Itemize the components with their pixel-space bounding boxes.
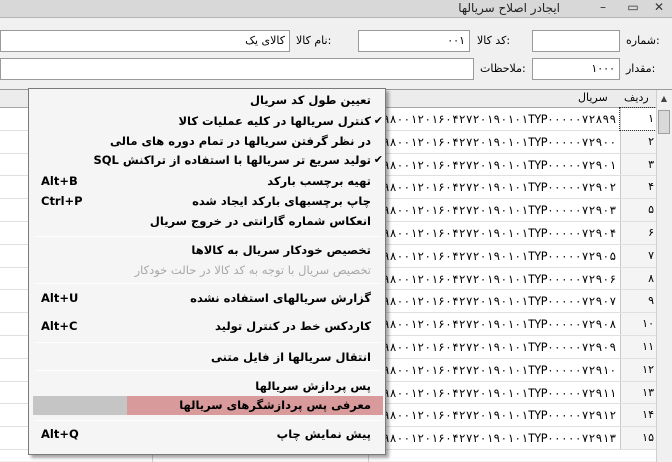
menu-item-reflect-warranty-number[interactable]: انعکاس شماره گارانتی در خروج سریال xyxy=(29,212,385,232)
menu-item-label: معرفی پس پردازشگرهای سریالها xyxy=(179,398,371,412)
row-index-cell[interactable]: ۱۵ xyxy=(620,427,656,449)
menu-item-label: تولید سریع تر سریالها با استفاده از تراک… xyxy=(93,153,371,167)
window-title: ایجادر اصلاح سریالها xyxy=(458,1,560,15)
number-field[interactable] xyxy=(532,30,620,52)
scrollbar-thumb[interactable] xyxy=(658,110,670,134)
menu-separator xyxy=(35,420,381,421)
menu-item-shortcut: Alt+U xyxy=(41,291,79,305)
serial-cell[interactable]: VU۹۸۰۰۱۲۰۱۶۰۴۲۷۲۰۱۹۰۱۰۱TYP۰۰۰۰۰۷۲۹۰۴ xyxy=(370,222,618,244)
product-code-label: :کد کالا xyxy=(477,34,511,47)
notes-label: :ملاحظات xyxy=(480,62,526,75)
title-bar xyxy=(0,0,672,18)
menu-item-label: تعیین طول کد سریال xyxy=(250,93,371,107)
row-index-cell[interactable]: ۱۳ xyxy=(620,381,656,404)
serial-cell[interactable]: VU۹۸۰۰۱۲۰۱۶۰۴۲۷۲۰۱۹۰۱۰۱TYP۰۰۰۰۰۷۲۹۰۵ xyxy=(370,245,618,267)
serial-cell[interactable]: VU۹۸۰۰۱۲۰۱۶۰۴۲۷۲۰۱۹۰۱۰۱TYP۰۰۰۰۰۷۲۸۹۹ xyxy=(370,108,618,130)
serial-cell[interactable]: VU۹۸۰۰۱۲۰۱۶۰۴۲۷۲۰۱۹۰۱۰۱TYP۰۰۰۰۰۷۲۹۰۱ xyxy=(370,154,618,176)
maximize-button[interactable]: ▭ xyxy=(620,0,646,16)
vertical-scrollbar[interactable] xyxy=(656,90,672,462)
header-index[interactable]: ردیف xyxy=(624,91,649,104)
menu-item-label: انعکاس شماره گارانتی در خروج سریال xyxy=(149,214,371,228)
menu-separator xyxy=(35,283,381,284)
menu-item-print-barcode-labels[interactable]: چاپ برچسبهای بارکد ایجاد شده Ctrl+P xyxy=(29,192,385,212)
header-serial[interactable]: سریال xyxy=(578,91,608,104)
row-index-cell[interactable]: ۶ xyxy=(620,222,656,244)
menu-item-consider-serials-all-periods[interactable]: در نظر گرفتن سریالها در تمام دوره های ما… xyxy=(29,132,385,152)
menu-item-production-line-kardex[interactable]: کاردکس خط در کنترل تولید Alt+C xyxy=(29,317,385,337)
menu-separator xyxy=(35,370,381,371)
minimize-button[interactable]: – xyxy=(590,0,616,16)
menu-item-fast-generate-sql[interactable]: تولید سریع تر سریالها با استفاده از تراک… xyxy=(29,151,385,171)
quantity-field[interactable]: ۱۰۰۰ xyxy=(532,58,620,80)
menu-item-label: در نظر گرفتن سریالها در تمام دوره های ما… xyxy=(110,134,371,148)
menu-item-control-serials-in-operations[interactable]: کنترل سریالها در کلیه عملیات کالا ✔ xyxy=(29,112,385,132)
product-code-field[interactable]: ۰۰۱ xyxy=(358,30,470,52)
menu-item-assign-serial-by-code[interactable]: تخصیص سریال با توجه به کد کالا در حالت خ… xyxy=(29,261,385,281)
checkmark-icon: ✔ xyxy=(373,114,383,127)
serial-cell[interactable]: VU۹۸۰۰۱۲۰۱۶۰۴۲۷۲۰۱۹۰۱۰۱TYP۰۰۰۰۰۷۲۹۰۰ xyxy=(370,131,618,153)
scroll-up-arrow-icon[interactable]: ▲ xyxy=(656,90,672,107)
serial-cell[interactable]: VU۹۸۰۰۱۲۰۱۶۰۴۲۷۲۰۱۹۰۱۰۱TYP۰۰۰۰۰۷۲۹۰۹ xyxy=(370,336,618,358)
row-index-cell[interactable]: ۳ xyxy=(620,153,656,176)
menu-item-serial-post-processing[interactable]: پس پردازش سریالها xyxy=(29,377,385,397)
menu-item-shortcut: Alt+C xyxy=(41,319,78,333)
row-index-cell[interactable]: ۴ xyxy=(620,176,656,199)
menu-item-label: انتقال سریالها از فایل متنی xyxy=(210,350,371,364)
row-index-cell[interactable]: ۸ xyxy=(620,267,656,290)
serial-cell[interactable]: VU۹۸۰۰۱۲۰۱۶۰۴۲۷۲۰۱۹۰۱۰۱TYP۰۰۰۰۰۷۲۹۱۱ xyxy=(370,382,618,404)
menu-item-shortcut: Alt+B xyxy=(41,174,78,188)
serial-cell[interactable]: VU۹۸۰۰۱۲۰۱۶۰۴۲۷۲۰۱۹۰۱۰۱TYP۰۰۰۰۰۷۲۹۱۲ xyxy=(370,404,618,426)
menu-item-label: پیش نمایش چاپ xyxy=(276,427,371,441)
menu-item-prepare-barcode-label[interactable]: تهیه برچسب بارکد Alt+B xyxy=(29,172,385,192)
serial-cell[interactable]: VU۹۸۰۰۱۲۰۱۶۰۴۲۷۲۰۱۹۰۱۰۱TYP۰۰۰۰۰۷۲۹۰۳ xyxy=(370,199,618,221)
menu-item-label: تهیه برچسب بارکد xyxy=(267,174,371,188)
row-index-cell[interactable]: ۱۴ xyxy=(620,404,656,427)
menu-item-shortcut: Ctrl+P xyxy=(41,194,83,208)
menu-item-label: گزارش سریالهای استفاده نشده xyxy=(190,291,371,305)
menu-item-label: چاپ برچسبهای بارکد ایجاد شده xyxy=(192,194,371,208)
row-index-cell[interactable]: ۲ xyxy=(620,130,656,153)
menu-item-introduce-post-processors[interactable]: معرفی پس پردازشگرهای سریالها xyxy=(29,396,385,416)
quantity-label: :مقدار xyxy=(626,62,656,75)
menu-item-label: کاردکس خط در کنترل تولید xyxy=(214,319,371,333)
checkmark-icon: ✔ xyxy=(373,153,383,166)
menu-item-label: تخصیص سریال با توجه به کد کالا در حالت خ… xyxy=(134,263,371,277)
context-menu: تعیین طول کد سریال کنترل سریالها در کلیه … xyxy=(28,88,386,455)
serial-cell[interactable]: VU۹۸۰۰۱۲۰۱۶۰۴۲۷۲۰۱۹۰۱۰۱TYP۰۰۰۰۰۷۲۹۱۰ xyxy=(370,359,618,381)
menu-item-label: تخصیص خودکار سریال به کالاها xyxy=(191,243,371,257)
menu-item-import-serials-from-text[interactable]: انتقال سریالها از فایل متنی xyxy=(29,348,385,368)
serial-cell[interactable]: VU۹۸۰۰۱۲۰۱۶۰۴۲۷۲۰۱۹۰۱۰۱TYP۰۰۰۰۰۷۲۹۰۷ xyxy=(370,290,618,312)
notes-field[interactable] xyxy=(0,58,474,80)
row-index-cell[interactable]: ۱۲ xyxy=(620,358,656,381)
serial-cell[interactable]: VU۹۸۰۰۱۲۰۱۶۰۴۲۷۲۰۱۹۰۱۰۱TYP۰۰۰۰۰۷۲۹۰۶ xyxy=(370,268,618,290)
menu-item-print-preview[interactable]: پیش نمایش چاپ Alt+Q xyxy=(29,425,385,445)
serial-cell[interactable]: VU۹۸۰۰۱۲۰۱۶۰۴۲۷۲۰۱۹۰۱۰۱TYP۰۰۰۰۰۷۲۹۰۲ xyxy=(370,176,618,198)
serial-cell[interactable]: VU۹۸۰۰۱۲۰۱۶۰۴۲۷۲۰۱۹۰۱۰۱TYP۰۰۰۰۰۷۲۹۰۸ xyxy=(370,313,618,335)
product-name-field[interactable]: کالای یک xyxy=(0,30,290,52)
menu-item-label: پس پردازش سریالها xyxy=(255,379,371,393)
menu-separator xyxy=(35,236,381,237)
menu-item-unused-serials-report[interactable]: گزارش سریالهای استفاده نشده Alt+U xyxy=(29,289,385,309)
serial-cell[interactable]: VU۹۸۰۰۱۲۰۱۶۰۴۲۷۲۰۱۹۰۱۰۱TYP۰۰۰۰۰۷۲۹۱۳ xyxy=(370,427,618,449)
row-index-cell[interactable]: ۱۱ xyxy=(620,336,656,358)
product-name-label: :نام کالا xyxy=(296,34,332,47)
menu-item-auto-assign-serial[interactable]: تخصیص خودکار سریال به کالاها xyxy=(29,241,385,261)
row-index-cell[interactable]: ۹ xyxy=(620,290,656,313)
row-index-cell[interactable]: ۵ xyxy=(620,199,656,221)
number-label: :شماره xyxy=(626,34,660,47)
row-index-cell[interactable]: ۷ xyxy=(620,244,656,267)
row-index-cell[interactable]: ۱۰ xyxy=(620,313,656,335)
close-button[interactable]: ✕ xyxy=(646,0,672,16)
menu-item-set-serial-length[interactable]: تعیین طول کد سریال xyxy=(29,91,385,111)
menu-item-label: کنترل سریالها در کلیه عملیات کالا xyxy=(178,114,371,128)
menu-separator xyxy=(35,342,381,343)
row-index-cell[interactable]: ۱ xyxy=(619,107,657,131)
menu-item-shortcut: Alt+Q xyxy=(41,427,79,441)
